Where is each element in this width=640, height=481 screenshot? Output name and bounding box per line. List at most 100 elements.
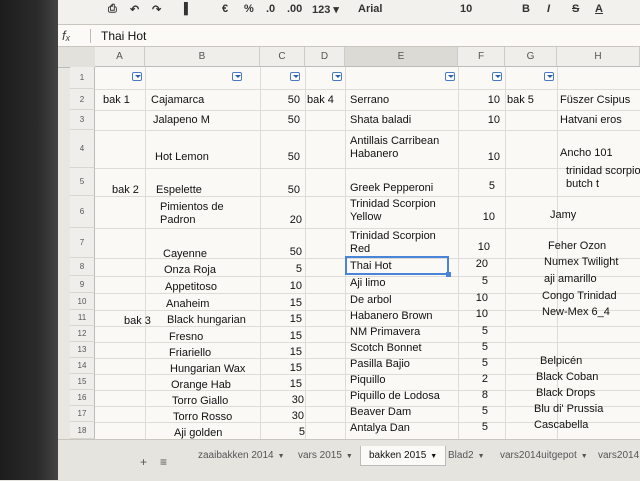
cell-h15[interactable]: Black Coban <box>536 371 598 384</box>
cell-f6[interactable]: 10 <box>460 211 495 224</box>
undo-icon[interactable]: ↶ <box>130 3 139 16</box>
cell-b3[interactable]: Jalapeno M <box>153 114 210 127</box>
sheet-tab[interactable]: zaaibakken 2014 ▼ <box>190 446 293 466</box>
sheet-tab-active[interactable]: bakken 2015 ▼ <box>360 446 447 466</box>
cell-b9[interactable]: Appetitoso <box>165 281 217 294</box>
cell-f10[interactable]: 10 <box>458 292 488 305</box>
cell-h6[interactable]: Jamy <box>550 209 576 222</box>
cell-e2[interactable]: Serrano <box>350 94 389 107</box>
cell-f8[interactable]: 20 <box>458 258 488 271</box>
column-header-c[interactable]: C <box>260 47 305 67</box>
row-header[interactable]: 14 <box>70 358 95 374</box>
cell-c12[interactable]: 15 <box>262 330 302 343</box>
cell-a2[interactable]: bak 1 <box>103 94 130 107</box>
filter-dropdown-icon[interactable] <box>132 72 142 81</box>
row-header[interactable]: 11 <box>70 310 95 326</box>
cell-h18[interactable]: Cascabella <box>534 419 588 432</box>
row-header[interactable]: 10 <box>70 293 95 310</box>
all-sheets-button[interactable]: ≡ <box>160 455 167 469</box>
cell-b13[interactable]: Friariello <box>169 347 211 360</box>
cell-c11[interactable]: 15 <box>262 313 302 326</box>
cell-c16[interactable]: 30 <box>262 394 304 407</box>
cell-h10[interactable]: Congo Trinidad <box>542 290 617 303</box>
cell-e9[interactable]: Aji limo <box>350 277 385 290</box>
cell-c6[interactable]: 20 <box>262 214 302 227</box>
cell-h4[interactable]: Ancho 101 <box>560 147 613 160</box>
cell-e4[interactable]: Antillais Carribean Habanero <box>350 135 439 161</box>
cell-h8[interactable]: Numex Twilight <box>544 256 618 269</box>
font-family-select[interactable]: Arial <box>358 3 382 15</box>
bold-button[interactable]: B <box>522 3 530 15</box>
cell-h2[interactable]: Füszer Csipus <box>560 94 630 107</box>
cell-f3[interactable]: 10 <box>460 114 500 127</box>
cell-e5[interactable]: Greek Pepperoni <box>350 182 433 195</box>
cell-d2[interactable]: bak 4 <box>307 94 334 107</box>
cell-f5[interactable]: 5 <box>460 180 495 193</box>
cell-e3[interactable]: Shata baladi <box>350 114 411 127</box>
filter-dropdown-icon[interactable] <box>445 72 455 81</box>
cell-h11[interactable]: New-Mex 6_4 <box>542 306 610 319</box>
column-header-f[interactable]: F <box>458 47 505 67</box>
row-header[interactable]: 17 <box>70 406 95 422</box>
cell-b14[interactable]: Hungarian Wax <box>170 363 245 376</box>
cell-b16[interactable]: Torro Giallo <box>172 395 228 408</box>
row-header[interactable]: 9 <box>70 276 95 293</box>
row-header[interactable]: 8 <box>70 258 95 276</box>
column-header-g[interactable]: G <box>505 47 557 67</box>
cell-e13[interactable]: Scotch Bonnet <box>350 342 422 355</box>
row-header[interactable]: 12 <box>70 326 95 342</box>
cell-f7[interactable]: 10 <box>460 241 490 254</box>
row-header[interactable]: 6 <box>70 196 95 228</box>
cell-e7[interactable]: Trinidad Scorpion Red <box>350 230 436 256</box>
cell-b10[interactable]: Anaheim <box>166 298 209 311</box>
cell-c8[interactable]: 5 <box>262 263 302 276</box>
cell-b7[interactable]: Cayenne <box>163 248 207 261</box>
cell-b11[interactable]: Black hungarian <box>167 314 246 327</box>
cell-e12[interactable]: NM Primavera <box>350 326 420 339</box>
cell-e16[interactable]: Piquillo de Lodosa <box>350 390 440 403</box>
italic-button[interactable]: I <box>547 3 550 15</box>
cell-c13[interactable]: 15 <box>262 346 302 359</box>
cell-f16[interactable]: 8 <box>458 389 488 402</box>
filter-dropdown-icon[interactable] <box>544 72 554 81</box>
cell-b4[interactable]: Hot Lemon <box>155 151 209 164</box>
cell-f14[interactable]: 5 <box>458 357 488 370</box>
cell-c9[interactable]: 10 <box>262 280 302 293</box>
cell-f15[interactable]: 2 <box>458 373 488 386</box>
chevron-down-icon[interactable]: ▼ <box>581 453 588 460</box>
cell-b12[interactable]: Fresno <box>169 331 203 344</box>
text-color-button[interactable]: A <box>595 3 603 15</box>
column-header-d[interactable]: D <box>305 47 345 67</box>
row-header[interactable]: 5 <box>70 168 95 196</box>
cell-c17[interactable]: 30 <box>262 410 304 423</box>
filter-dropdown-icon[interactable] <box>332 72 342 81</box>
print-icon[interactable]: ⎙ <box>108 3 117 16</box>
cell-b2[interactable]: Cajamarca <box>151 94 204 107</box>
row-header[interactable]: 3 <box>70 110 95 130</box>
cell-h5[interactable]: trinidad scorpion butch t <box>566 165 640 191</box>
number-format-button[interactable]: 123 ▾ <box>312 3 339 16</box>
row-header[interactable]: 1 <box>70 67 95 89</box>
row-header[interactable]: 16 <box>70 390 95 406</box>
cell-b15[interactable]: Orange Hab <box>171 379 231 392</box>
cell-h14[interactable]: Belpicén <box>540 355 582 368</box>
sheet-tab[interactable]: vars 2015 ▼ <box>290 446 361 466</box>
cell-e18[interactable]: Antalya Dan <box>350 422 410 435</box>
cell-a11[interactable]: bak 3 <box>124 315 151 328</box>
filter-dropdown-icon[interactable] <box>232 72 242 81</box>
cell-b17[interactable]: Torro Rosso <box>173 411 232 424</box>
column-header-e[interactable]: E <box>345 47 458 67</box>
cell-g2[interactable]: bak 5 <box>507 94 534 107</box>
row-header[interactable]: 7 <box>70 228 95 258</box>
cell-e10[interactable]: De arbol <box>350 294 392 307</box>
cell-e14[interactable]: Pasilla Bajio <box>350 358 410 371</box>
row-header[interactable]: 15 <box>70 374 95 390</box>
cell-e6[interactable]: Trinidad Scorpion Yellow <box>350 198 436 224</box>
cell-h16[interactable]: Black Drops <box>536 387 595 400</box>
cell-f18[interactable]: 5 <box>458 421 488 434</box>
cell-e17[interactable]: Beaver Dam <box>350 406 411 419</box>
filter-dropdown-icon[interactable] <box>290 72 300 81</box>
column-header-h[interactable]: H <box>557 47 640 67</box>
cell-h17[interactable]: Blu di' Prussia <box>534 403 603 416</box>
chevron-down-icon[interactable]: ▼ <box>430 453 437 460</box>
